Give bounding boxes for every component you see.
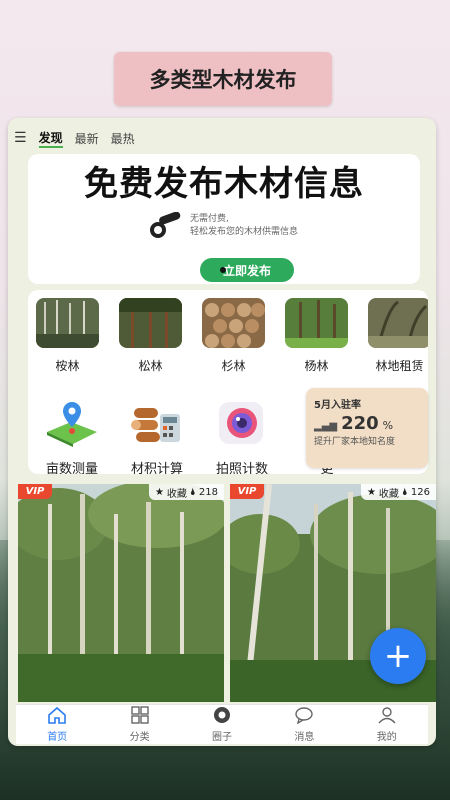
app-screen: ☰ 发现 最新 最热 免费发布木材信息 无需付费, 轻松发布您的木材供需信息 立…	[8, 118, 436, 746]
favorite-label: 收藏	[166, 488, 187, 500]
bar-chart-icon: ▂▄▆	[314, 421, 338, 432]
promo-title: 多类型木材发布	[114, 52, 332, 106]
tool-volume-calc[interactable]: 材积计算	[123, 398, 191, 474]
favorite-counter[interactable]: ★ 收藏 🌢 126	[360, 484, 436, 500]
camera-lens-icon	[219, 402, 263, 444]
favorite-count: 218	[198, 486, 218, 498]
aperture-icon	[213, 707, 230, 723]
forest-label: 桉林	[55, 359, 80, 373]
flame-icon: 🌢	[189, 486, 196, 498]
forest-label: 松林	[138, 359, 163, 373]
hero-banner[interactable]: 免费发布木材信息 无需付费, 轻松发布您的木材供需信息 立即发布	[28, 154, 420, 284]
tab-latest[interactable]: 最新	[75, 130, 99, 147]
nav-label: 首页	[47, 732, 68, 743]
star-icon: ★	[154, 486, 164, 498]
favorite-counter[interactable]: ★ 收藏 🌢 218	[148, 484, 224, 500]
favorite-label: 收藏	[378, 488, 399, 500]
nav-label: 消息	[294, 732, 315, 743]
tool-label: 亩数测量	[45, 462, 98, 474]
top-tab-bar: ☰ 发现 最新 最热	[8, 126, 436, 150]
tool-area-measure[interactable]: 亩数测量	[38, 398, 106, 474]
tool-photo-count[interactable]: 拍照计数	[208, 398, 276, 474]
rate-unit: %	[382, 419, 394, 432]
hero-line-1: 无需付费,	[190, 214, 229, 224]
vip-badge: VIP	[230, 484, 264, 499]
forest-label: 杨林	[304, 359, 329, 373]
category-icon	[130, 706, 149, 724]
forest-label: 林地租赁	[375, 359, 424, 373]
bottom-nav: 首页 分类 圈子 消息 我的	[16, 704, 428, 744]
post-card[interactable]: VIP ★ 收藏 🌢 218	[18, 484, 224, 702]
forest-label: 杉林	[221, 359, 246, 373]
forest-item-fir[interactable]: 杉林	[202, 298, 265, 374]
forest-thumb	[202, 298, 265, 348]
rate-value: 220	[341, 413, 379, 434]
hero-title: 免费发布木材信息	[84, 164, 364, 204]
menu-icon[interactable]: ☰	[14, 130, 27, 146]
rate-description: 提升厂家本地知名度	[314, 437, 396, 447]
star-icon: ★	[366, 486, 376, 498]
home-icon	[48, 706, 66, 724]
forest-thumb	[285, 298, 348, 348]
nav-category[interactable]: 分类	[110, 706, 170, 743]
log-calculator-icon	[131, 408, 180, 442]
nav-circle[interactable]: 圈子	[192, 706, 252, 743]
carousel-dot	[220, 267, 226, 273]
forest-thumb	[119, 298, 182, 348]
publish-now-button[interactable]: 立即发布	[200, 258, 294, 282]
forest-item-pine[interactable]: 松林	[119, 298, 182, 374]
favorite-count: 126	[410, 486, 430, 498]
rate-title: 5月入驻率	[314, 400, 361, 411]
nav-label: 分类	[129, 732, 150, 743]
log-icon	[150, 212, 181, 238]
user-icon	[378, 707, 396, 724]
forest-item-poplar[interactable]: 杨林	[285, 298, 348, 374]
nav-label: 圈子	[211, 732, 232, 743]
forest-category-row: 桉林 松林 杉林 杨林 林地租赁	[36, 298, 428, 374]
entry-rate-badge: 5月入驻率 ▂▄▆ 220 % 提升厂家本地知名度	[306, 388, 428, 468]
forest-thumb	[36, 298, 99, 348]
nav-messages[interactable]: 消息	[274, 706, 334, 743]
add-post-button[interactable]: +	[370, 628, 426, 684]
tab-discover[interactable]: 发现	[38, 129, 63, 148]
hero-subtitle: 无需付费, 轻松发布您的木材供需信息	[148, 212, 298, 240]
map-pin-icon	[47, 402, 97, 447]
nav-home[interactable]: 首页	[27, 706, 87, 743]
message-icon	[295, 707, 314, 725]
tab-hottest[interactable]: 最热	[111, 130, 135, 147]
forest-item-eucalyptus[interactable]: 桉林	[36, 298, 99, 374]
forest-item-land-lease[interactable]: 林地租赁	[368, 298, 428, 374]
nav-profile[interactable]: 我的	[357, 706, 417, 743]
flame-icon: 🌢	[401, 486, 408, 498]
tool-label: 材积计算	[130, 462, 183, 474]
hero-line-2: 轻松发布您的木材供需信息	[190, 227, 299, 237]
tool-label: 拍照计数	[215, 462, 268, 474]
forest-photo	[18, 484, 224, 702]
vip-badge: VIP	[18, 484, 52, 499]
nav-label: 我的	[376, 732, 397, 743]
forest-thumb	[368, 298, 428, 349]
